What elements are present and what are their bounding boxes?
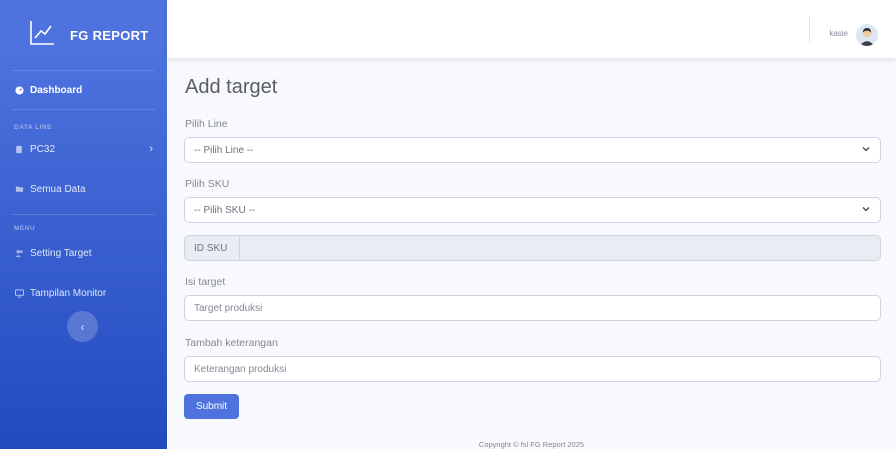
sidebar-item-semua-data[interactable]: Semua Data [0,174,167,204]
topbar: kasie [167,0,896,58]
sidebar: FG REPORT Dashboard DATA LINE PC32 › Sem… [0,0,167,449]
id-sku-field[interactable] [240,236,880,260]
brand-title: FG REPORT [70,27,149,43]
note-input[interactable]: Keterangan produksi [184,356,881,382]
avatar[interactable] [856,24,878,46]
user-name[interactable]: kasie [829,29,848,38]
sidebar-divider [12,214,155,215]
sidebar-item-dashboard[interactable]: Dashboard [0,71,167,109]
users-icon [14,248,24,258]
sidebar-brand[interactable]: FG REPORT [0,0,167,70]
note-input-placeholder: Keterangan produksi [194,363,287,375]
sku-select[interactable]: -- Pilih SKU -- [184,197,881,223]
dashboard-icon [14,85,24,95]
page-title: Add target [185,76,278,98]
sidebar-item-label: Dashboard [30,84,83,96]
monitor-icon [14,288,24,298]
target-input-placeholder: Target produksi [194,302,263,314]
sidebar-item-label: Tampilan Monitor [30,287,107,299]
topbar-divider [809,16,810,42]
line-select-value: -- Pilih Line -- [194,144,254,156]
note-label: Tambah keterangan [185,337,278,349]
sidebar-item-tampilan-monitor[interactable]: Tampilan Monitor [0,278,167,308]
sidebar-item-label: PC32 [30,143,56,155]
id-sku-input-group: ID SKU [184,235,881,261]
sidebar-item-label: Semua Data [30,183,86,195]
footer-copyright: Copyright © fsl FG Report 2025 [478,440,585,449]
chart-line-icon [28,19,56,52]
file-icon [14,144,24,154]
sku-label: Pilih SKU [185,178,230,190]
chevron-down-icon [862,147,870,152]
id-sku-addon: ID SKU [185,236,240,260]
folder-icon [14,184,24,194]
target-label: Isi target [185,276,226,288]
sku-select-value: -- Pilih SKU -- [194,204,256,216]
chevron-right-icon: › [149,143,153,155]
sidebar-toggle-button[interactable]: ‹ [67,311,98,342]
chevron-down-icon [862,207,870,212]
line-label: Pilih Line [185,118,228,130]
target-input[interactable]: Target produksi [184,295,881,321]
submit-button[interactable]: Submit [184,394,239,419]
line-select[interactable]: -- Pilih Line -- [184,137,881,163]
sidebar-item-label: Setting Target [30,247,92,259]
nav-heading-menu: MENU [14,225,36,232]
chevron-left-icon: ‹ [80,319,85,334]
nav-heading-data-line: DATA LINE [14,124,52,131]
sidebar-divider [12,109,155,110]
sidebar-item-setting-target[interactable]: Setting Target [0,238,167,268]
sidebar-item-pc32[interactable]: PC32 › [0,134,167,164]
